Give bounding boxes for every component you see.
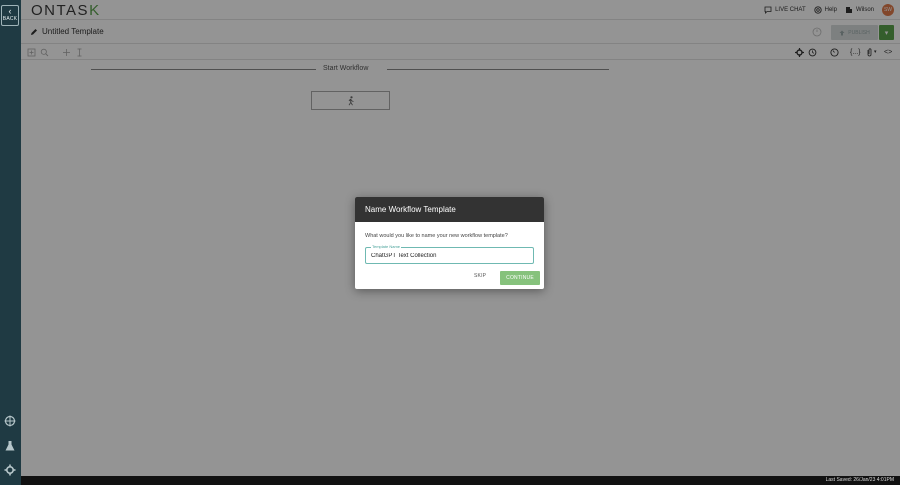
skip-button[interactable]: SKIP [474,273,486,279]
flask-icon[interactable] [4,440,16,452]
name-template-dialog: Name Workflow Template What would you li… [355,197,544,289]
dialog-title: Name Workflow Template [355,197,544,222]
chevron-left-icon: ‹ [8,6,12,16]
gear-icon[interactable] [4,464,16,476]
last-saved-text: Last Saved: 26/Jan/23 4:01PM [825,477,894,483]
back-label: BACK [2,16,18,22]
template-name-input[interactable] [371,251,529,261]
template-name-field: Template Name [365,244,534,264]
template-name-label: Template Name [371,244,402,250]
crosshair-icon[interactable] [4,415,16,427]
back-button[interactable]: ‹ BACK [1,5,19,26]
left-rail: ‹ BACK [0,0,21,485]
status-bar: Last Saved: 26/Jan/23 4:01PM [21,476,900,485]
continue-button[interactable]: CONTINUE [500,271,540,285]
dialog-question: What would you like to name your new wor… [365,233,508,239]
